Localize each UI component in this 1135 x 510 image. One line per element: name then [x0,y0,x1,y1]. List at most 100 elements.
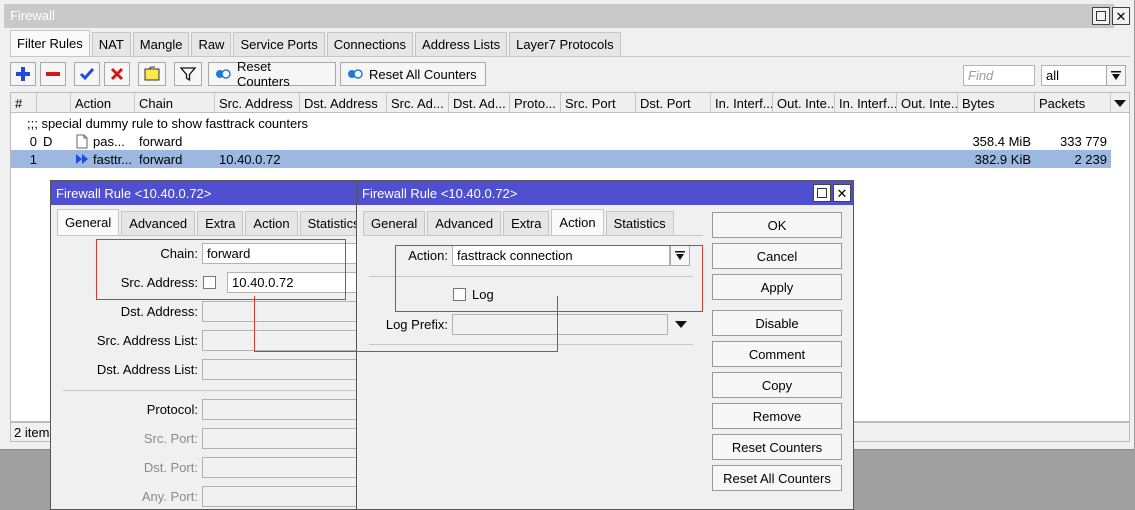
dst-address-list-input[interactable] [202,359,372,380]
col-out-interface-list[interactable]: Out. Inte... [897,93,958,113]
row-flag: D [43,133,53,149]
row-flag [39,150,69,168]
x-icon [110,67,124,81]
table-row-comment[interactable]: ;;; special dummy rule to show fasttrack… [11,114,1129,132]
tab-general[interactable]: General [363,211,426,235]
enable-button[interactable] [74,62,100,86]
reset-counters-button[interactable]: Reset Counters [208,59,336,89]
reset-all-counters-button[interactable]: Reset All Counters [340,62,486,86]
src-port-input[interactable] [202,428,372,449]
table-row-selected[interactable]: 1 fasttr... forward 10.40.0.72 382.9 KiB… [11,150,1111,168]
tab-raw[interactable]: Raw [191,32,232,56]
col-in-interface-list[interactable]: In. Interf... [835,93,897,113]
fasttrack-icon [76,154,88,164]
col-src-address[interactable]: Src. Address [215,93,300,113]
tab-address-lists[interactable]: Address Lists [415,32,508,56]
remove-button[interactable] [40,62,66,86]
tab-extra[interactable]: Extra [197,211,244,235]
tab-action[interactable]: Action [245,211,298,235]
tab-layer7-protocols[interactable]: Layer7 Protocols [509,32,621,56]
dst-port-label: Dst. Port: [143,460,198,475]
row-chain: forward [139,151,183,167]
comment-button[interactable]: Comment [712,341,842,367]
remove-button[interactable]: Remove [712,403,842,429]
protocol-input[interactable] [202,399,372,420]
row-num: 0 [29,133,37,149]
tab-nat[interactable]: NAT [91,32,131,56]
col-in-interface[interactable]: In. Interf... [711,93,773,113]
reset-counters-button[interactable]: Reset Counters [712,434,842,460]
tab-advanced[interactable]: Advanced [427,211,502,235]
tab-statistics[interactable]: Statistics [605,211,674,235]
col-flags[interactable] [37,93,71,113]
log-prefix-dropdown[interactable] [675,321,687,328]
dst-port-input[interactable] [202,457,372,478]
tab-connections[interactable]: Connections [326,32,414,56]
maximize-button[interactable] [1092,7,1110,25]
col-packets[interactable]: Packets [1035,93,1111,113]
col-dst-address[interactable]: Dst. Address [300,93,387,113]
col-action[interactable]: Action [71,93,135,113]
row-packets: 333 779 [1060,133,1107,149]
tab-advanced[interactable]: Advanced [121,211,196,235]
src-address-list-label: Src. Address List: [96,333,198,348]
any-port-input[interactable] [202,486,372,507]
tab-mangle[interactable]: Mangle [132,32,190,56]
note-icon [144,66,160,81]
col-src-address-list[interactable]: Src. Ad... [387,93,449,113]
col-bytes[interactable]: Bytes [958,93,1035,113]
tab-general[interactable]: General [57,209,120,235]
tab-extra[interactable]: Extra [503,211,550,235]
row-bytes: 358.4 MiB [972,133,1031,149]
close-button[interactable]: ✕ [1112,7,1130,25]
reset-all-counters-button[interactable]: Reset All Counters [712,465,842,491]
col-src-port[interactable]: Src. Port [561,93,636,113]
add-button[interactable] [10,62,36,86]
comment-button[interactable] [138,62,166,86]
col-out-interface[interactable]: Out. Inte... [773,93,835,113]
col-dst-address-list[interactable]: Dst. Ad... [449,93,510,113]
dialog-titlebar[interactable]: Firewall Rule <10.40.0.72> [51,181,369,205]
col-chain[interactable]: Chain [135,93,215,113]
col-protocol[interactable]: Proto... [510,93,561,113]
apply-button[interactable]: Apply [712,274,842,300]
col-dst-port[interactable]: Dst. Port [636,93,711,113]
copy-button[interactable]: Copy [712,372,842,398]
close-button[interactable]: ✕ [833,184,851,202]
log-prefix-dropdown-icon [675,321,687,328]
filter-button[interactable] [174,62,202,86]
columns-menu-icon [1114,99,1126,107]
checkmark-icon [79,68,95,81]
table-row[interactable]: 0 D pas... forward 358.4 MiB 333 779 [11,132,1129,150]
firewall-tabs: Filter Rules NAT Mangle Raw Service Port… [10,30,623,56]
filter-select[interactable]: all [1041,65,1107,86]
tab-filter-rules[interactable]: Filter Rules [10,30,90,56]
plus-icon [16,67,30,81]
highlight-box-general [96,239,346,300]
minus-icon [46,72,60,76]
find-placeholder: Find [968,68,994,83]
row-packets: 2 239 [1074,151,1107,167]
filter-select-value: all [1046,68,1060,83]
reset-counters-label: Reset Counters [236,59,290,89]
funnel-icon [180,67,196,82]
find-input[interactable]: Find [963,65,1035,86]
tabs-separator [363,235,703,236]
row-chain: forward [139,133,183,149]
protocol-label: Protocol: [146,402,198,417]
dialog-titlebar[interactable]: Firewall Rule <10.40.0.72> [357,181,853,205]
window-titlebar[interactable] [4,4,1114,28]
disable-button[interactable]: Disable [712,310,842,336]
cancel-button[interactable]: Cancel [712,243,842,269]
maximize-button[interactable] [813,184,831,202]
columns-menu-button[interactable] [1111,93,1130,113]
document-icon [76,134,88,148]
tab-action[interactable]: Action [551,209,604,235]
tab-service-ports[interactable]: Service Ports [233,32,325,56]
field-separator [63,390,363,391]
col-num[interactable]: # [11,93,37,113]
highlight-connector [254,296,558,352]
ok-button[interactable]: OK [712,212,842,238]
filter-select-dropdown[interactable] [1106,65,1126,86]
disable-button[interactable] [104,62,130,86]
